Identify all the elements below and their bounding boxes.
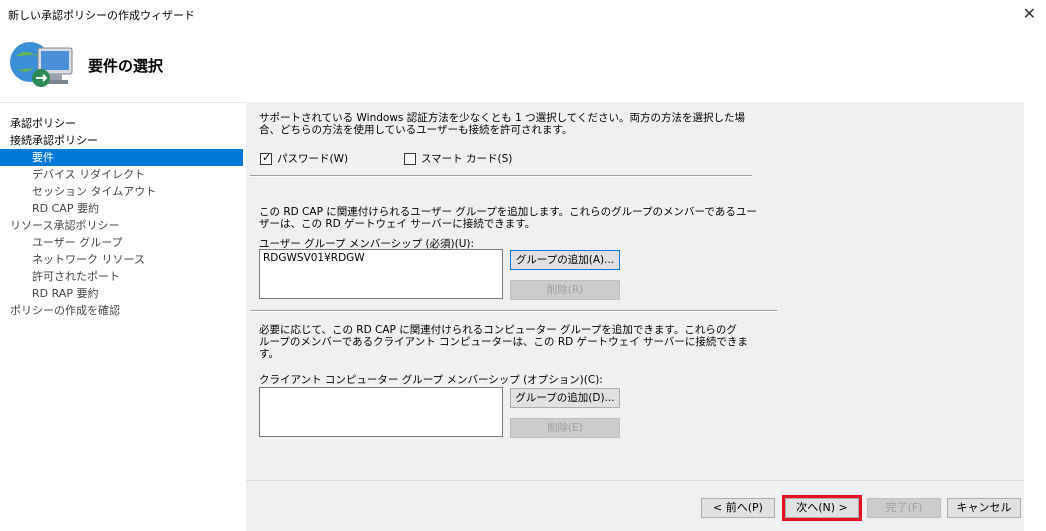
user-groups-description-line2: ザーは、この RD ゲートウェイ サーバーに接続できます。	[259, 218, 536, 230]
nav-item-session-timeout[interactable]: セッション タイムアウト	[0, 183, 243, 200]
add-computer-group-button[interactable]: グループの追加(D)...	[510, 388, 620, 408]
divider	[250, 310, 777, 312]
checkmark-icon: ✓	[262, 151, 272, 164]
window-margin	[1024, 102, 1046, 531]
computer-groups-description-line3: す。	[259, 348, 279, 360]
auth-description-line2: 合、どちらの方法を使用しているユーザーも接続を許可されます。	[259, 124, 573, 136]
user-groups-description-line1: この RD CAP に関連付けられるユーザー グループを追加します。これらのグル…	[259, 206, 757, 218]
remove-user-group-button[interactable]: 削除(R)	[510, 280, 620, 300]
user-groups-listbox[interactable]: RDGWSV01¥RDGW	[259, 249, 503, 299]
add-user-group-button[interactable]: グループの追加(A)...	[510, 250, 620, 270]
next-button-highlight	[782, 495, 862, 521]
nav-item-allowed-ports[interactable]: 許可されたポート	[0, 268, 243, 285]
divider	[250, 175, 752, 177]
computer-groups-description-line1: 必要に応じて、この RD CAP に関連付けられるコンピューター グループを追加…	[259, 324, 737, 336]
nav-item-network-resources[interactable]: ネットワーク リソース	[0, 251, 243, 268]
nav-item-confirm-creation[interactable]: ポリシーの作成を確認	[0, 302, 243, 319]
nav-item-resource-policy[interactable]: リソース承認ポリシー	[0, 217, 243, 234]
finish-button[interactable]: 完了(F)	[867, 498, 941, 518]
title-bar: 新しい承認ポリシーの作成ウィザード ✕	[0, 0, 1046, 28]
wizard-footer: < 前へ(P) 次へ(N) > 完了(F) キャンセル	[246, 480, 1024, 531]
page-title: 要件の選択	[88, 57, 164, 75]
close-icon[interactable]: ✕	[1023, 4, 1036, 23]
nav-item-rd-cap-summary[interactable]: RD CAP 要約	[0, 200, 243, 217]
password-checkbox[interactable]: ✓	[260, 151, 272, 165]
computer-groups-listbox[interactable]	[259, 387, 503, 437]
computer-groups-description-line2: ループのメンバーであるクライアント コンピューターは、この RD ゲートウェイ …	[259, 336, 748, 348]
password-label[interactable]: パスワード(W)	[277, 153, 348, 165]
back-button[interactable]: < 前へ(P)	[701, 498, 775, 518]
nav-item-connection-policy[interactable]: 接続承認ポリシー	[0, 132, 243, 149]
nav-item-requirements[interactable]: 要件	[0, 149, 243, 166]
nav-item-authorization-policies[interactable]: 承認ポリシー	[0, 115, 243, 132]
remove-computer-group-button[interactable]: 削除(E)	[510, 418, 620, 438]
smartcard-label[interactable]: スマート カード(S)	[421, 153, 512, 165]
nav-item-rd-rap-summary[interactable]: RD RAP 要約	[0, 285, 243, 302]
nav-item-user-groups[interactable]: ユーザー グループ	[0, 234, 243, 251]
wizard-content-panel: サポートされている Windows 認証方法を少なくとも 1 つ選択してください…	[246, 102, 1024, 480]
auth-description-line1: サポートされている Windows 認証方法を少なくとも 1 つ選択してください…	[259, 112, 745, 124]
cancel-button[interactable]: キャンセル	[947, 498, 1021, 518]
remote-connection-icon	[10, 42, 73, 87]
window-title: 新しい承認ポリシーの作成ウィザード	[8, 9, 195, 22]
wizard-header: 要件の選択	[0, 28, 1046, 102]
smartcard-checkbox[interactable]	[404, 153, 416, 165]
list-item[interactable]: RDGWSV01¥RDGW	[263, 252, 365, 264]
computer-groups-list-label: クライアント コンピューター グループ メンバーシップ (オプション)(C):	[259, 374, 603, 386]
wizard-steps-nav: 承認ポリシー 接続承認ポリシー 要件 デバイス リダイレクト セッション タイム…	[0, 102, 245, 531]
nav-item-device-redirection[interactable]: デバイス リダイレクト	[0, 166, 243, 183]
